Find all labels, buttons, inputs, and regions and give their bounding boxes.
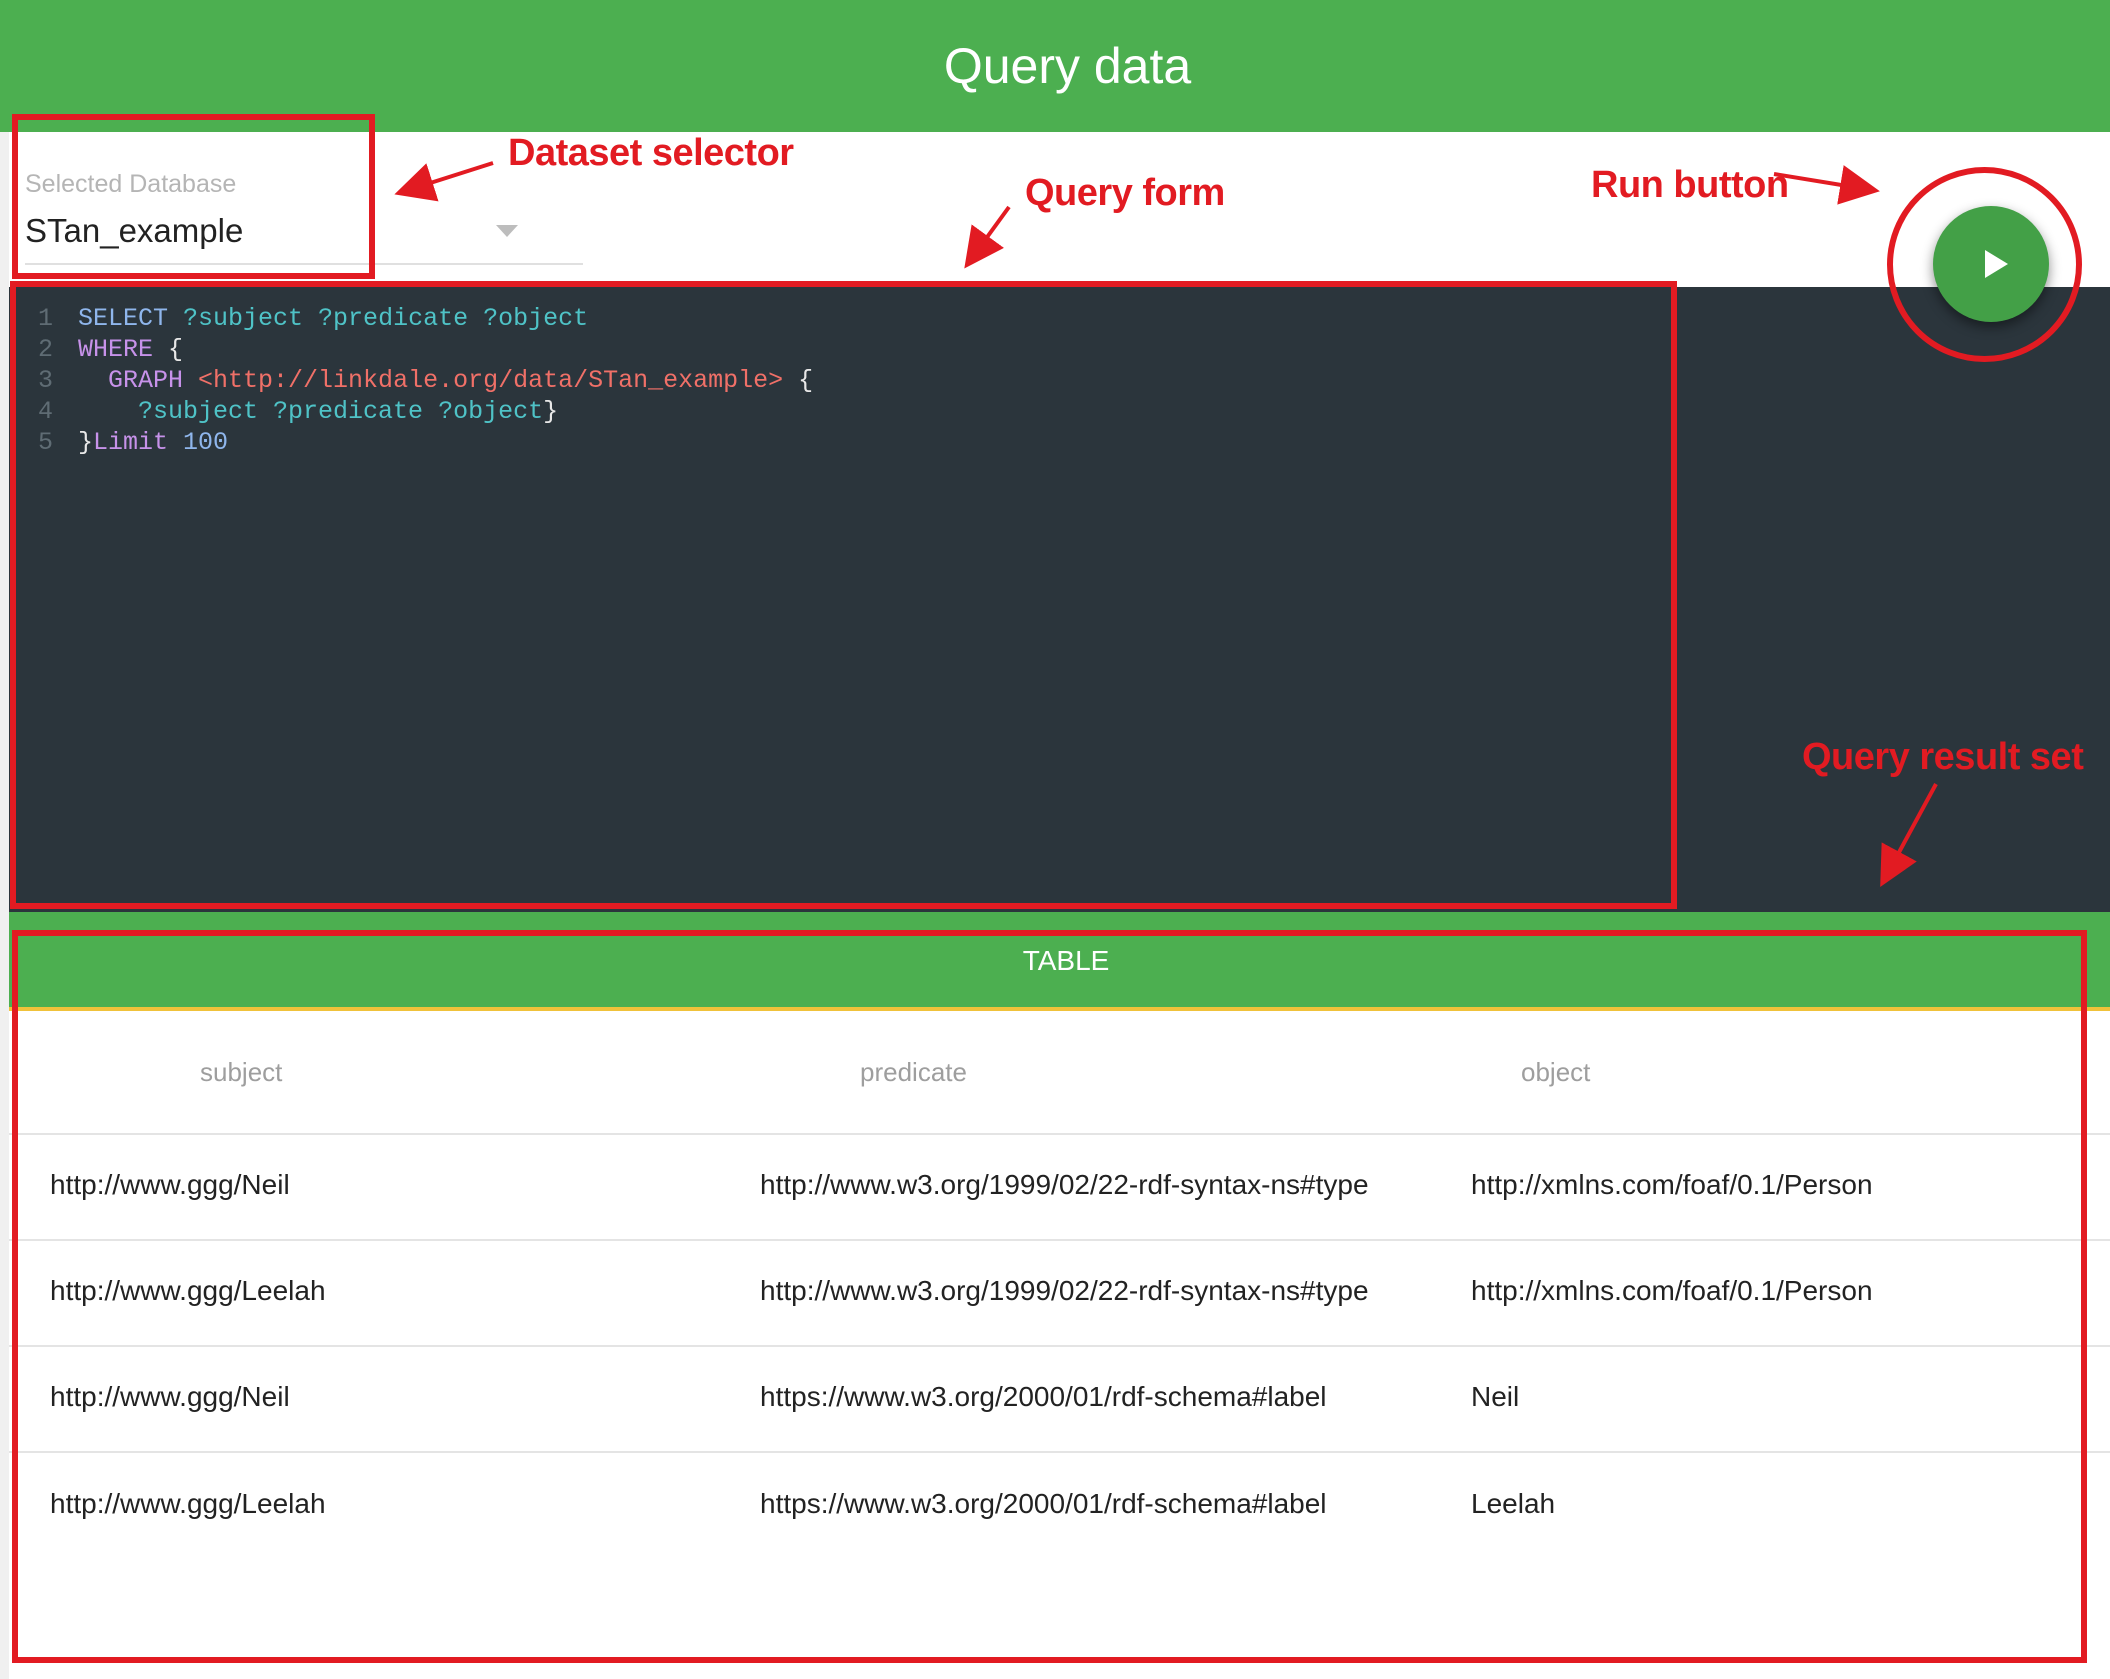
arrow-dataset-selector — [394, 161, 494, 202]
annotation-arrows — [394, 161, 1938, 888]
arrow-query-form — [964, 205, 1011, 269]
arrow-query-result-set — [1880, 783, 1938, 888]
arrow-run-button — [1773, 165, 1880, 205]
